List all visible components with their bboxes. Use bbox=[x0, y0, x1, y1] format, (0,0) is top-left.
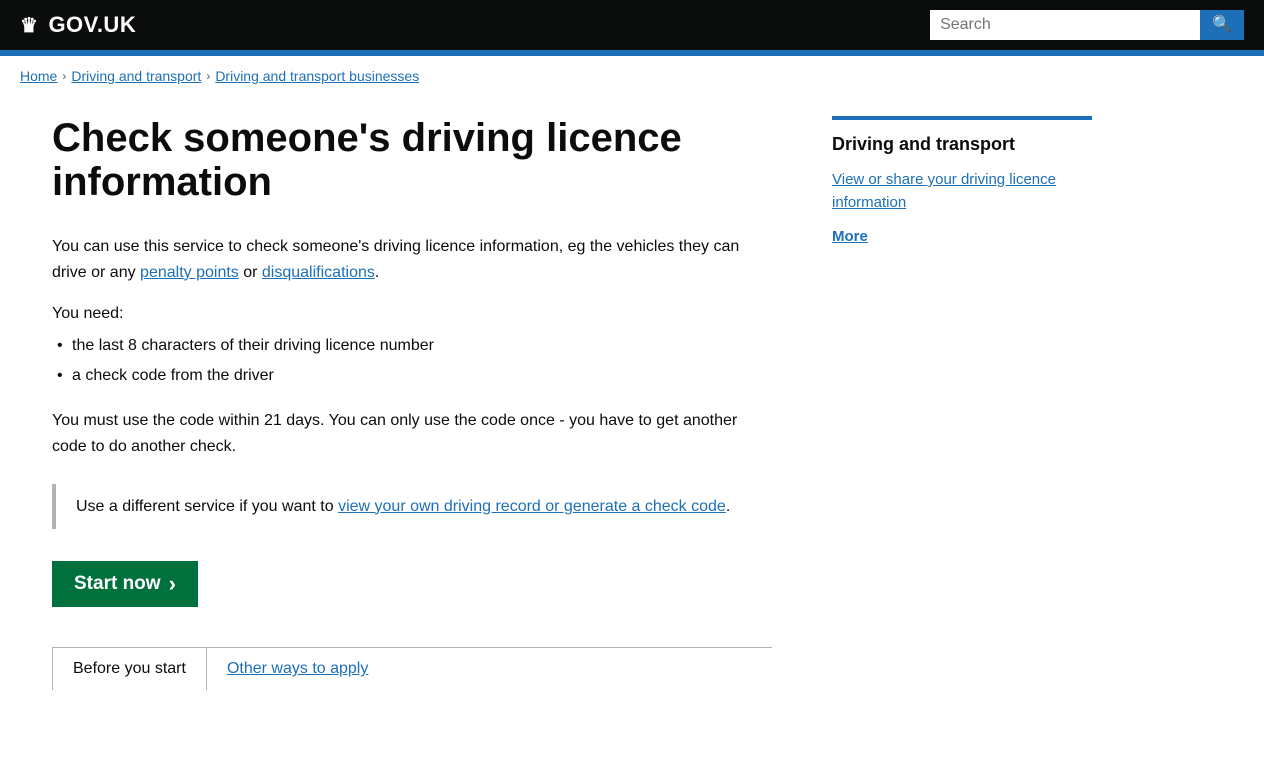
content-area: Check someone's driving licence informat… bbox=[52, 116, 772, 690]
disqualifications-link[interactable]: disqualifications bbox=[262, 264, 375, 281]
penalty-points-link[interactable]: penalty points bbox=[140, 264, 239, 281]
breadcrumb-businesses[interactable]: Driving and transport businesses bbox=[215, 68, 419, 84]
sidebar: Driving and transport View or share your… bbox=[832, 116, 1092, 690]
start-now-button[interactable]: Start now › bbox=[52, 561, 198, 607]
inset-text-after: . bbox=[726, 498, 730, 515]
list-item: the last 8 characters of their driving l… bbox=[52, 333, 772, 359]
requirements-list: the last 8 characters of their driving l… bbox=[52, 333, 772, 388]
crown-icon: ♛ bbox=[20, 13, 38, 38]
inset-link[interactable]: view your own driving record or generate… bbox=[338, 498, 726, 515]
code-note: You must use the code within 21 days. Yo… bbox=[52, 408, 772, 459]
inset-block: Use a different service if you want to v… bbox=[52, 484, 772, 530]
search-icon: 🔍 bbox=[1212, 16, 1232, 33]
intro-or: or bbox=[239, 264, 262, 281]
sidebar-link-view-share[interactable]: View or share your driving licence infor… bbox=[832, 169, 1092, 214]
search-input[interactable] bbox=[930, 10, 1200, 40]
page-title: Check someone's driving licence informat… bbox=[52, 116, 772, 204]
logo: ♛ GOV.UK bbox=[20, 12, 136, 38]
inset-text-before: Use a different service if you want to bbox=[76, 498, 338, 515]
tab-other-ways[interactable]: Other ways to apply bbox=[207, 648, 388, 690]
tab-bar: Before you start Other ways to apply bbox=[52, 647, 772, 690]
tab-before-you-start[interactable]: Before you start bbox=[52, 648, 207, 690]
you-need-label: You need: bbox=[52, 305, 772, 323]
breadcrumb-sep-1: › bbox=[62, 69, 66, 83]
start-now-label: Start now bbox=[74, 573, 161, 595]
search-button[interactable]: 🔍 bbox=[1200, 10, 1244, 40]
breadcrumb: Home › Driving and transport › Driving a… bbox=[0, 56, 1264, 96]
breadcrumb-home[interactable]: Home bbox=[20, 68, 57, 84]
start-arrow-icon: › bbox=[169, 573, 176, 595]
main-layout: Check someone's driving licence informat… bbox=[32, 96, 1232, 730]
sidebar-accent-bar bbox=[832, 116, 1092, 120]
intro-end: . bbox=[375, 264, 379, 281]
sidebar-more-link[interactable]: More bbox=[832, 228, 1092, 245]
search-form: 🔍 bbox=[930, 10, 1244, 40]
breadcrumb-driving-transport[interactable]: Driving and transport bbox=[71, 68, 201, 84]
sidebar-title: Driving and transport bbox=[832, 134, 1092, 155]
site-header: ♛ GOV.UK 🔍 bbox=[0, 0, 1264, 50]
breadcrumb-sep-2: › bbox=[206, 69, 210, 83]
logo-text: GOV.UK bbox=[48, 12, 136, 38]
list-item: a check code from the driver bbox=[52, 363, 772, 389]
intro-paragraph: You can use this service to check someon… bbox=[52, 234, 772, 285]
